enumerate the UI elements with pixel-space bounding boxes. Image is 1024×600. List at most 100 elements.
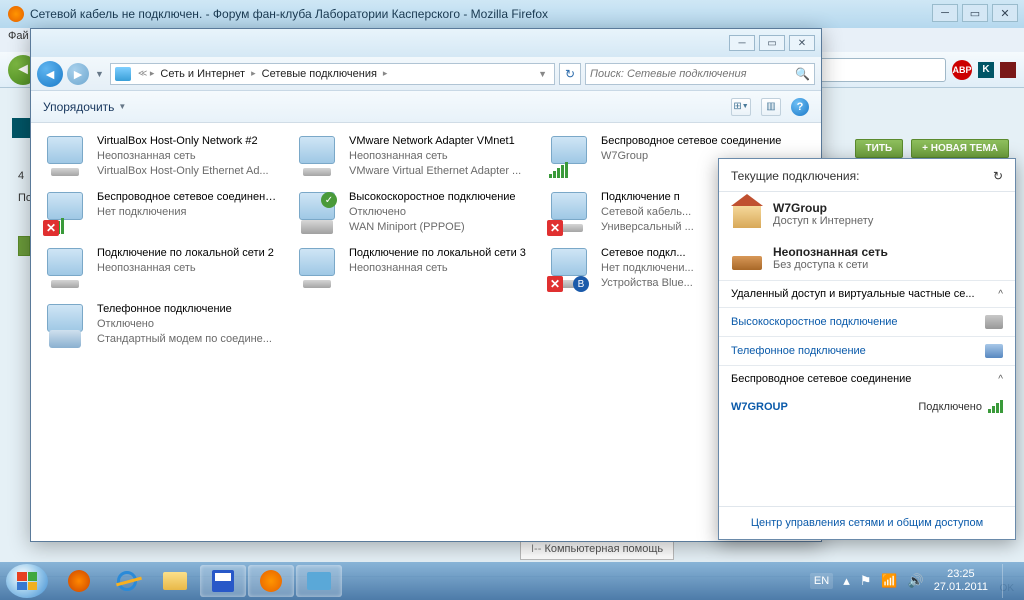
taskbar-save[interactable] xyxy=(200,565,246,597)
search-input[interactable] xyxy=(590,68,795,80)
network-location-icon xyxy=(115,67,131,81)
forum-reply-button[interactable]: ТИТЬ xyxy=(855,139,904,158)
connection-icon xyxy=(41,134,89,182)
connection-status: Неопознанная сеть xyxy=(97,149,281,164)
flyout-header: Текущие подключения: xyxy=(731,169,859,183)
windows-logo-icon xyxy=(17,572,37,590)
firefox-maximize-button[interactable]: ▭ xyxy=(962,4,988,22)
side-tab[interactable] xyxy=(18,236,30,256)
breadcrumb[interactable]: ≪ ▸ Сеть и Интернет ▸ Сетевые подключени… xyxy=(110,63,555,85)
section-wifi[interactable]: Беспроводное сетевое соединение ^ xyxy=(719,365,1015,392)
connection-status: Отключено xyxy=(349,205,533,220)
back-button[interactable]: ◄ xyxy=(37,61,63,87)
system-tray: EN ▴ ⚑ 📶 🔊 23:25 27.01.2011 xyxy=(810,564,1018,598)
network-connection-item[interactable]: Телефонное подключениеОтключеноСтандартн… xyxy=(35,299,287,355)
toolbar-icon[interactable] xyxy=(1000,62,1016,78)
tray-network-icon[interactable]: 📶 xyxy=(881,573,897,589)
explorer-body: VirtualBox Host-Only Network #2Неопознан… xyxy=(31,123,821,541)
breadcrumb-dropdown[interactable]: ▼ xyxy=(535,69,550,79)
connection-title: Беспроводное сетевое соединение 2 xyxy=(97,190,281,205)
firefox-titlebar: Сетевой кабель не подключен. - Форум фан… xyxy=(0,0,1024,28)
taskbar-ie[interactable] xyxy=(104,565,150,597)
taskbar-app[interactable] xyxy=(296,565,342,597)
phone-icon xyxy=(985,344,1003,358)
connection-adapter: WAN Miniport (PPPOE) xyxy=(349,220,533,235)
connection-title: Высокоскоростное подключение xyxy=(349,190,533,205)
chevron-up-icon: ^ xyxy=(998,289,1003,300)
link-highspeed[interactable]: Высокоскоростное подключение xyxy=(719,307,1015,336)
flyout-connection-1[interactable]: W7Group Доступ к Интернету xyxy=(719,192,1015,236)
explorer-toolbar: Упорядочить▼ ⊞ ▼ ▥ ? xyxy=(31,91,821,123)
history-dropdown[interactable]: ▼ xyxy=(93,69,106,79)
search-box[interactable]: 🔍 xyxy=(585,63,815,85)
link-phone[interactable]: Телефонное подключение xyxy=(719,336,1015,365)
conn2-name: Неопознанная сеть xyxy=(773,245,888,259)
network-center-link[interactable]: Центр управления сетями и общим доступом xyxy=(751,517,983,529)
connection-title: VMware Network Adapter VMnet1 xyxy=(349,134,533,149)
connection-icon: ✓ xyxy=(293,190,341,238)
tray-volume-icon[interactable]: 🔊 xyxy=(908,573,924,589)
connection-status: Неопознанная сеть xyxy=(349,149,533,164)
explorer-titlebar[interactable]: ─ ▭ ✕ xyxy=(31,29,821,57)
chevron-up-icon: ^ xyxy=(998,374,1003,385)
network-connection-item[interactable]: ✕ Беспроводное сетевое соединение 2Нет по… xyxy=(35,187,287,243)
search-icon: 🔍 xyxy=(795,67,810,81)
firefox-icon xyxy=(8,6,24,22)
taskbar-firefox[interactable] xyxy=(248,565,294,597)
tray-up-icon[interactable]: ▴ xyxy=(843,573,850,589)
refresh-button[interactable]: ↻ xyxy=(559,63,581,85)
taskbar-explorer[interactable] xyxy=(152,565,198,597)
connection-status: Нет подключения xyxy=(97,205,281,220)
firefox-minimize-button[interactable]: ─ xyxy=(932,4,958,22)
section-remote[interactable]: Удаленный доступ и виртуальные частные с… xyxy=(719,280,1015,307)
bench-icon xyxy=(732,256,762,270)
taskbar: EN ▴ ⚑ 📶 🔊 23:25 27.01.2011 xyxy=(0,562,1024,600)
connection-icon xyxy=(293,246,341,294)
language-indicator[interactable]: EN xyxy=(810,573,833,589)
breadcrumb-2[interactable]: Сетевые подключения xyxy=(259,68,380,80)
forum-new-topic-button[interactable]: + НОВАЯ ТЕМА xyxy=(911,139,1009,158)
tray-flag-icon[interactable]: ⚑ xyxy=(860,573,872,589)
view-button[interactable]: ⊞ ▼ xyxy=(731,98,751,116)
forward-button[interactable]: ► xyxy=(67,63,89,85)
kaspersky-side-icon xyxy=(12,118,32,138)
flyout-connection-2[interactable]: Неопознанная сеть Без доступа к сети xyxy=(719,236,1015,280)
connection-icon xyxy=(545,134,593,182)
conn2-status: Без доступа к сети xyxy=(773,259,888,271)
connection-title: Телефонное подключение xyxy=(97,302,281,317)
wifi-network[interactable]: W7GROUP Подключено xyxy=(719,392,1015,421)
adblock-icon[interactable]: ABP xyxy=(952,60,972,80)
help-icon[interactable]: ? xyxy=(791,98,809,116)
flyout-refresh-icon[interactable]: ↻ xyxy=(993,169,1003,183)
network-connection-item[interactable]: VMware Network Adapter VMnet1Неопознанна… xyxy=(287,131,539,187)
start-button[interactable] xyxy=(6,564,48,598)
connection-icon: ✕ xyxy=(545,190,593,238)
connection-status: Отключено xyxy=(97,317,281,332)
firefox-close-button[interactable]: ✕ xyxy=(992,4,1018,22)
connection-title: Подключение по локальной сети 2 xyxy=(97,246,281,261)
explorer-close-button[interactable]: ✕ xyxy=(789,35,815,51)
connection-icon xyxy=(41,246,89,294)
taskbar-clock[interactable]: 23:25 27.01.2011 xyxy=(934,568,988,594)
explorer-maximize-button[interactable]: ▭ xyxy=(759,35,785,51)
forum-number: 4 xyxy=(18,170,24,182)
kaspersky-toolbar-icon[interactable]: K xyxy=(978,62,994,78)
network-connection-item[interactable]: Подключение по локальной сети 3Неопознан… xyxy=(287,243,539,299)
connection-icon: ✕ xyxy=(41,190,89,238)
signal-bars-icon xyxy=(988,400,1003,413)
connection-icon: ✕B xyxy=(545,246,593,294)
modem-icon xyxy=(985,315,1003,329)
house-icon xyxy=(733,206,761,228)
network-connection-item[interactable]: Подключение по локальной сети 2Неопознан… xyxy=(35,243,287,299)
network-connection-item[interactable]: VirtualBox Host-Only Network #2Неопознан… xyxy=(35,131,287,187)
connection-icon xyxy=(41,302,89,350)
network-connection-item[interactable]: ✓ Высокоскоростное подключениеОтключеноWA… xyxy=(287,187,539,243)
breadcrumb-1[interactable]: Сеть и Интернет xyxy=(157,68,248,80)
preview-pane-button[interactable]: ▥ xyxy=(761,98,781,116)
taskbar-wmp[interactable] xyxy=(56,565,102,597)
explorer-window: ─ ▭ ✕ ◄ ► ▼ ≪ ▸ Сеть и Интернет ▸ Сетевы… xyxy=(30,28,822,542)
organize-button[interactable]: Упорядочить▼ xyxy=(43,100,126,114)
firefox-title-text: Сетевой кабель не подключен. - Форум фан… xyxy=(30,7,548,21)
show-desktop-button[interactable] xyxy=(1002,564,1014,598)
explorer-minimize-button[interactable]: ─ xyxy=(729,35,755,51)
